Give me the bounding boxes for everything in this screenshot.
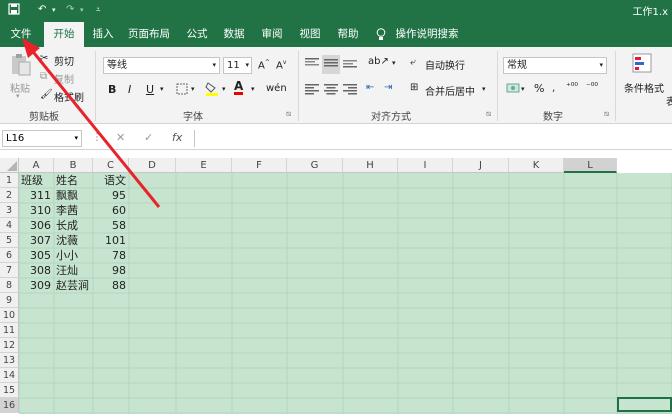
excel-window: ↶ ▾ ↷ ▾ ⩡ 工作1.x 文件 开始 插入 页面布局 公式 数据 审阅 视… (0, 0, 672, 414)
annotation-arrow (22, 38, 161, 208)
